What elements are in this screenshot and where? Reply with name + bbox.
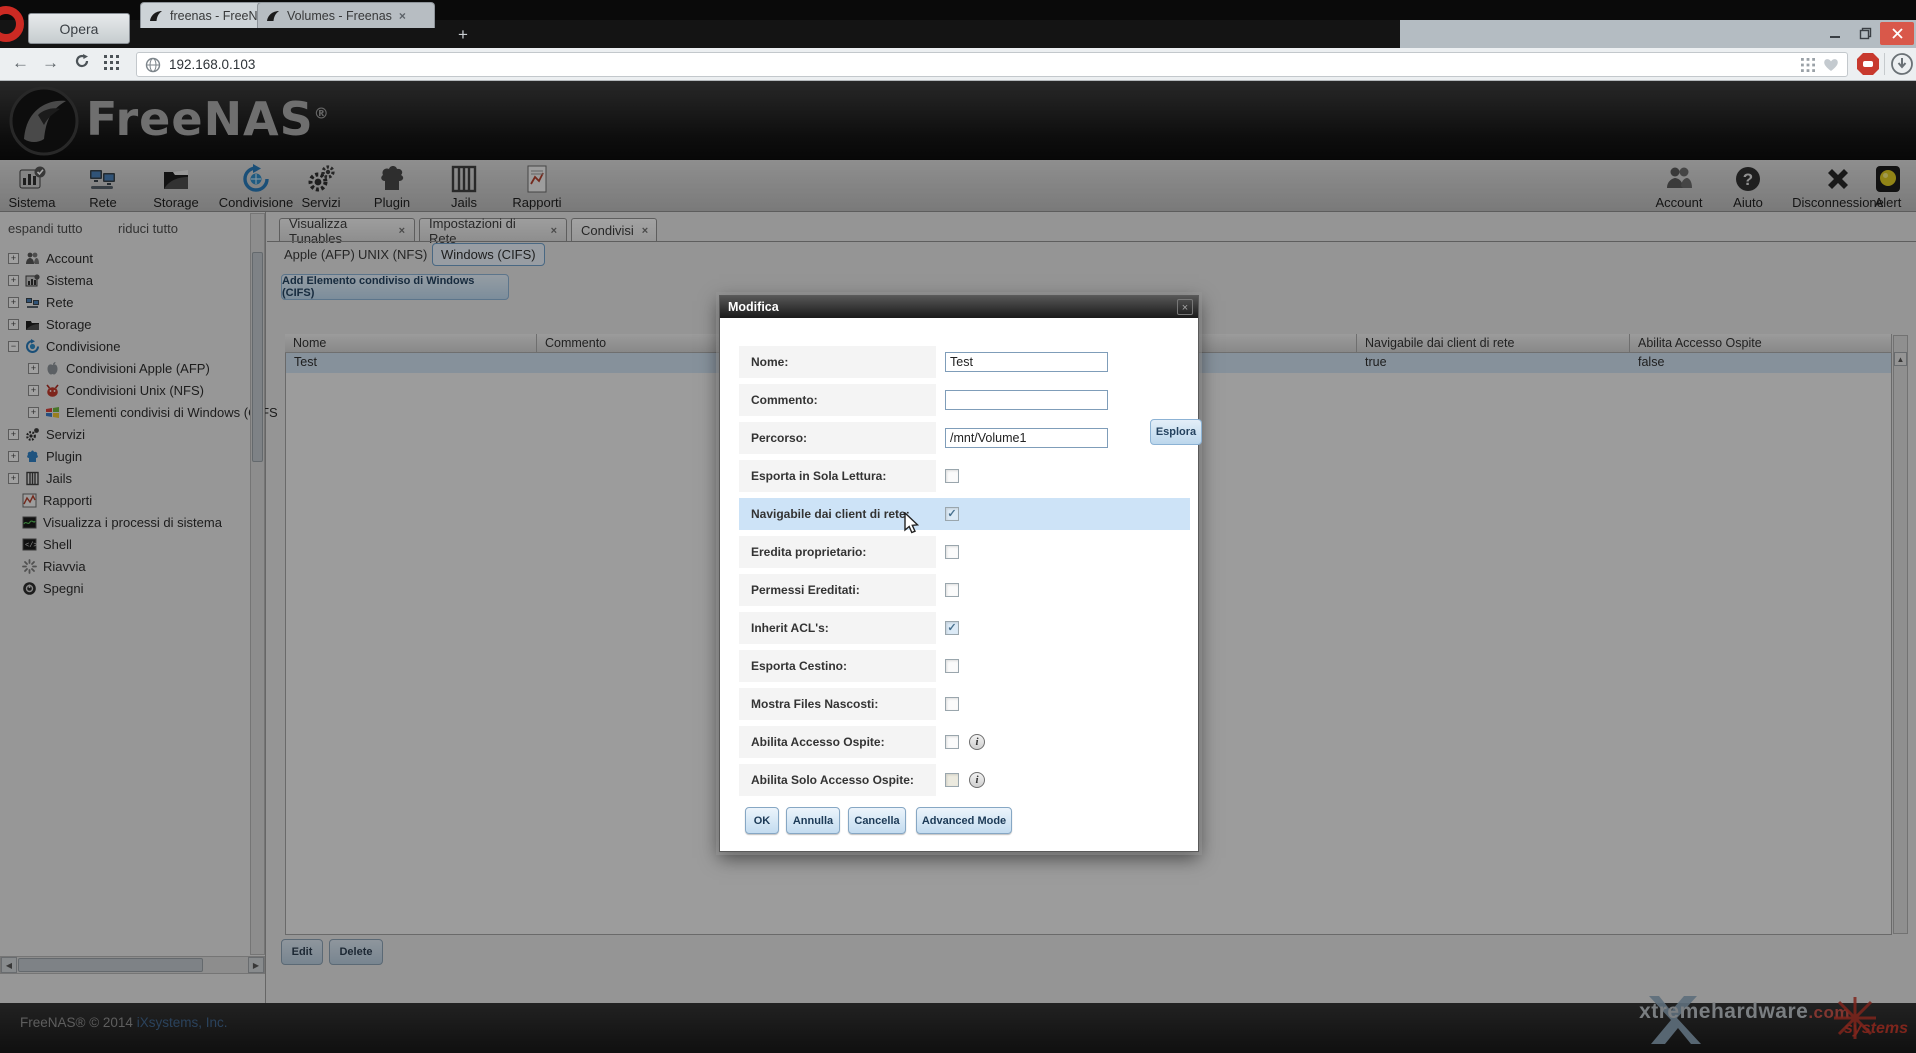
commento-input[interactable] (945, 390, 1108, 410)
field-row-percorso: Percorso: Esplora (739, 422, 1190, 454)
checkbox-checked[interactable]: ✓ (945, 621, 959, 635)
info-icon[interactable]: i (969, 734, 985, 750)
new-tab-button[interactable]: + (452, 25, 474, 45)
field-label: Abilita Accesso Ospite: (739, 726, 936, 758)
annulla-button[interactable]: Annulla (786, 807, 840, 834)
esplora-button[interactable]: Esplora (1150, 419, 1202, 445)
back-button[interactable]: ← (12, 53, 29, 73)
screen: Opera freenas - FreeNAS-9.2.1.5- × Volum… (0, 0, 1916, 1053)
mouse-cursor (903, 512, 923, 534)
minimize-icon (1829, 28, 1841, 40)
checkbox-unchecked[interactable] (945, 773, 959, 787)
globe-icon (145, 57, 161, 73)
field-row-commento: Commento: (739, 384, 1190, 416)
field-label: Abilita Solo Accesso Ospite: (739, 764, 936, 796)
checkbox-unchecked[interactable] (945, 735, 959, 749)
url-text: 192.168.0.103 (169, 57, 255, 72)
download-icon (1890, 52, 1914, 76)
field-row-nome: Nome: (739, 346, 1190, 378)
modifica-dialog: Modifica × Nome: Commento: Percorso: Esp… (719, 295, 1199, 852)
dialog-titlebar[interactable]: Modifica (720, 296, 1198, 318)
field-row-navigabile: Navigabile dai client di rete: ✓ (739, 498, 1190, 530)
bookmark-heart-icon[interactable] (1823, 57, 1839, 72)
browser-tab-volumes[interactable]: Volumes - Freenas × (257, 2, 435, 28)
shark-favicon (149, 10, 163, 22)
nome-input[interactable] (945, 352, 1108, 372)
field-label: Esporta Cestino: (739, 650, 936, 682)
downloads-button[interactable] (1890, 52, 1914, 81)
checkbox-unchecked[interactable] (945, 469, 959, 483)
field-label: Eredita proprietario: (739, 536, 936, 568)
grid-icon[interactable] (1801, 58, 1815, 72)
reload-button[interactable] (74, 53, 90, 74)
tab-close-icon[interactable]: × (399, 9, 406, 23)
checkbox-checked[interactable]: ✓ (945, 507, 959, 521)
opera-menu-button[interactable]: Opera (28, 13, 130, 44)
forward-button[interactable]: → (42, 53, 59, 73)
field-label: Inherit ACL's: (739, 612, 936, 644)
dialog-close-icon[interactable]: × (1177, 299, 1193, 315)
field-row-inherit-acls: Inherit ACL's: ✓ (739, 612, 1190, 644)
field-row-permessi-ereditati: Permessi Ereditati: (739, 574, 1190, 606)
restore-icon (1859, 27, 1872, 40)
info-icon[interactable]: i (969, 772, 985, 788)
checkbox-unchecked[interactable] (945, 659, 959, 673)
checkbox-unchecked[interactable] (945, 697, 959, 711)
minimize-button[interactable] (1820, 22, 1850, 45)
close-window-button[interactable] (1880, 22, 1914, 45)
reload-icon (74, 53, 90, 69)
field-label: Nome: (739, 346, 936, 378)
cancella-button[interactable]: Cancella (848, 807, 906, 834)
field-label: Percorso: (739, 422, 936, 454)
checkbox-unchecked[interactable] (945, 545, 959, 559)
field-label: Esporta in Sola Lettura: (739, 460, 936, 492)
field-row-mostra-files-nascosti: Mostra Files Nascosti: (739, 688, 1190, 720)
checkbox-unchecked[interactable] (945, 583, 959, 597)
field-label: Commento: (739, 384, 936, 416)
close-icon (1892, 28, 1903, 39)
ok-button[interactable]: OK (745, 807, 779, 834)
tab-title: Volumes - Freenas (287, 9, 392, 23)
speed-dial-button[interactable] (104, 55, 119, 75)
shark-favicon (266, 10, 280, 22)
opera-turbo-button[interactable] (1856, 52, 1880, 81)
percorso-input[interactable] (945, 428, 1108, 448)
field-row-eredita-proprietario: Eredita proprietario: (739, 536, 1190, 568)
field-row-abilita-solo-accesso-ospite: Abilita Solo Accesso Ospite: i (739, 764, 1190, 796)
advanced-mode-button[interactable]: Advanced Mode (916, 807, 1012, 834)
field-label: Permessi Ereditati: (739, 574, 936, 606)
restore-button[interactable] (1850, 22, 1880, 45)
field-row-abilita-accesso-ospite: Abilita Accesso Ospite: i (739, 726, 1190, 758)
stop-hand-icon (1856, 52, 1880, 76)
field-label: Mostra Files Nascosti: (739, 688, 936, 720)
toolbar-divider (1884, 53, 1885, 75)
url-field[interactable]: 192.168.0.103 (136, 52, 1848, 77)
grid-icon (104, 55, 119, 70)
field-row-esporta-sola-lettura: Esporta in Sola Lettura: (739, 460, 1190, 492)
field-row-esporta-cestino: Esporta Cestino: (739, 650, 1190, 682)
